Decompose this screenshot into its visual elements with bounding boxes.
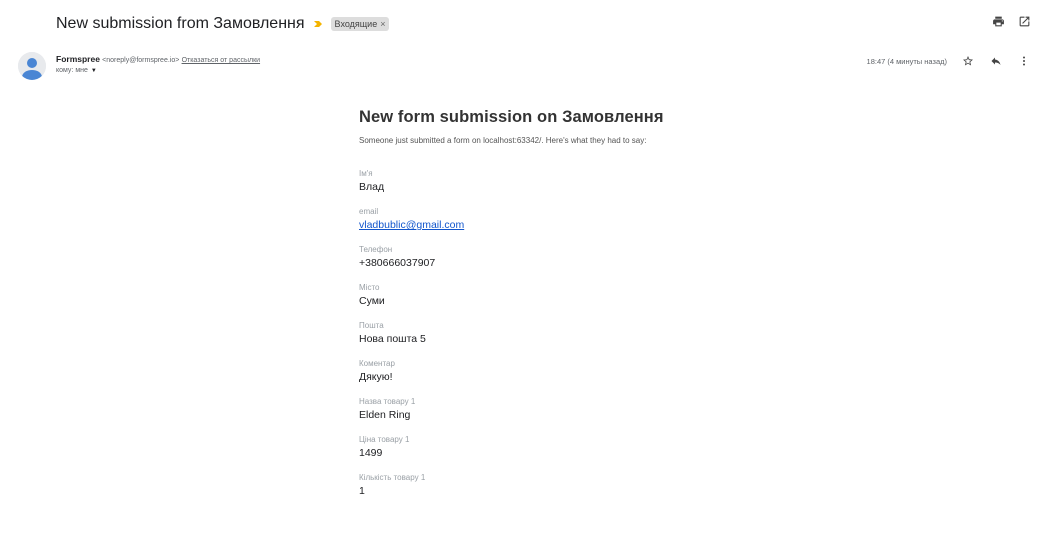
field-label: Назва товару 1 [359, 397, 416, 406]
top-actions [991, 14, 1031, 28]
subject-row: New submission from Замовлення Входящие … [56, 12, 390, 36]
recipient-line[interactable]: кому: мне ▼ [56, 67, 260, 74]
importance-marker-icon[interactable] [313, 19, 323, 29]
email-view: New submission from Замовлення Входящие … [0, 0, 1045, 559]
open-in-new-window-icon[interactable] [1017, 14, 1031, 28]
email-link[interactable]: vladbublic@gmail.com [359, 219, 779, 231]
field-value: Нова пошта 5 [359, 333, 426, 345]
form-field: Ім'я Влад [359, 169, 779, 193]
field-value: Влад [359, 181, 385, 193]
email-subject: New submission from Замовлення [56, 15, 305, 32]
form-field: Телефон +380666037907 [359, 245, 779, 269]
email-body-title: New form submission on Замовлення [359, 108, 664, 126]
email-body-intro: Someone just submitted a form on localho… [359, 136, 647, 145]
field-value: Суми [359, 295, 385, 307]
field-value: 1 [359, 485, 365, 497]
field-label: Кількість товару 1 [359, 473, 426, 482]
inbox-label-chip[interactable]: Входящие × [330, 17, 390, 31]
form-field: Пошта Нова пошта 5 [359, 321, 779, 345]
form-field: Назва товару 1 Elden Ring [359, 397, 779, 421]
default-avatar-icon [18, 52, 46, 80]
field-label: email [359, 207, 379, 216]
field-label: Коментар [359, 359, 395, 368]
more-vertical-icon[interactable] [1017, 54, 1031, 68]
form-field: Кількість товару 1 1 [359, 473, 779, 497]
field-value: 1499 [359, 447, 383, 459]
field-label: Ім'я [359, 169, 373, 178]
form-field: Ціна товару 1 1499 [359, 435, 779, 459]
field-value: +380666037907 [359, 257, 436, 269]
field-label: Телефон [359, 245, 393, 254]
avatar[interactable] [18, 52, 46, 80]
inbox-label-text: Входящие [334, 19, 378, 29]
form-field: email vladbublic@gmail.com [359, 207, 779, 231]
remove-label-button[interactable]: × [380, 19, 385, 29]
message-time: 18:47 (4 минуты назад) [866, 56, 947, 66]
form-field: Місто Суми [359, 283, 779, 307]
recipient-text: кому: мне [56, 67, 88, 74]
caret-down-icon[interactable]: ▼ [91, 68, 97, 74]
print-icon[interactable] [991, 14, 1005, 28]
field-value: Elden Ring [359, 409, 411, 421]
message-actions: 18:47 (4 минуты назад) [867, 54, 1031, 68]
email-body: New form submission on Замовлення Someon… [359, 108, 779, 511]
field-label: Місто [359, 283, 380, 292]
star-icon[interactable] [961, 54, 975, 68]
form-field: Коментар Дякую! [359, 359, 779, 383]
unsubscribe-link[interactable]: Отказаться от рассылки [182, 57, 260, 64]
field-label: Ціна товару 1 [359, 435, 410, 444]
sender-email: <noreply@formspree.io> [102, 57, 180, 64]
sender-line: Formspree <noreply@formspree.io> Отказат… [56, 54, 260, 64]
sender-name[interactable]: Formspree [56, 54, 100, 64]
field-value: Дякую! [359, 371, 393, 383]
field-label: Пошта [359, 321, 384, 330]
reply-icon[interactable] [989, 54, 1003, 68]
sender-block: Formspree <noreply@formspree.io> Отказат… [56, 54, 260, 74]
